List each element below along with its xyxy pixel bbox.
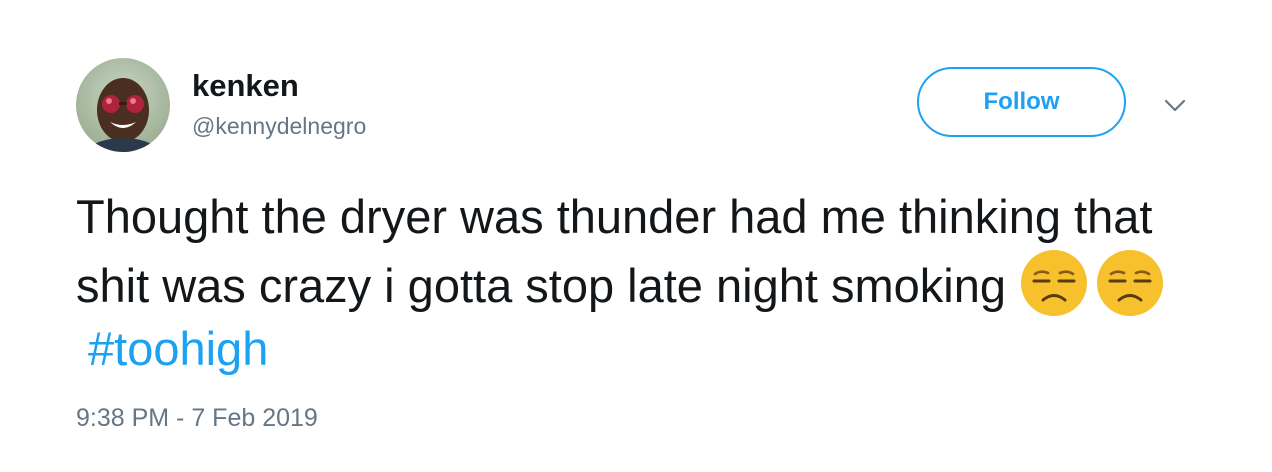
follow-button[interactable]: Follow	[917, 67, 1126, 137]
tweet-text: Thought the dryer was thunder had me thi…	[76, 186, 1216, 380]
chevron-down-icon[interactable]	[1162, 92, 1188, 118]
tweet-timestamp[interactable]: 9:38 PM - 7 Feb 2019	[76, 403, 318, 433]
unamused-face-icon	[1095, 248, 1165, 318]
tweet-body: Thought the dryer was thunder had me thi…	[76, 190, 1153, 312]
tweet-card: kenken @kennydelnegro Follow Thought the…	[0, 0, 1272, 472]
user-handle[interactable]: @kennydelnegro	[192, 112, 366, 140]
unamused-face-icon	[1019, 248, 1089, 318]
display-name[interactable]: kenken	[192, 68, 299, 104]
hashtag-link[interactable]: #toohigh	[88, 322, 268, 375]
avatar[interactable]	[76, 58, 170, 152]
